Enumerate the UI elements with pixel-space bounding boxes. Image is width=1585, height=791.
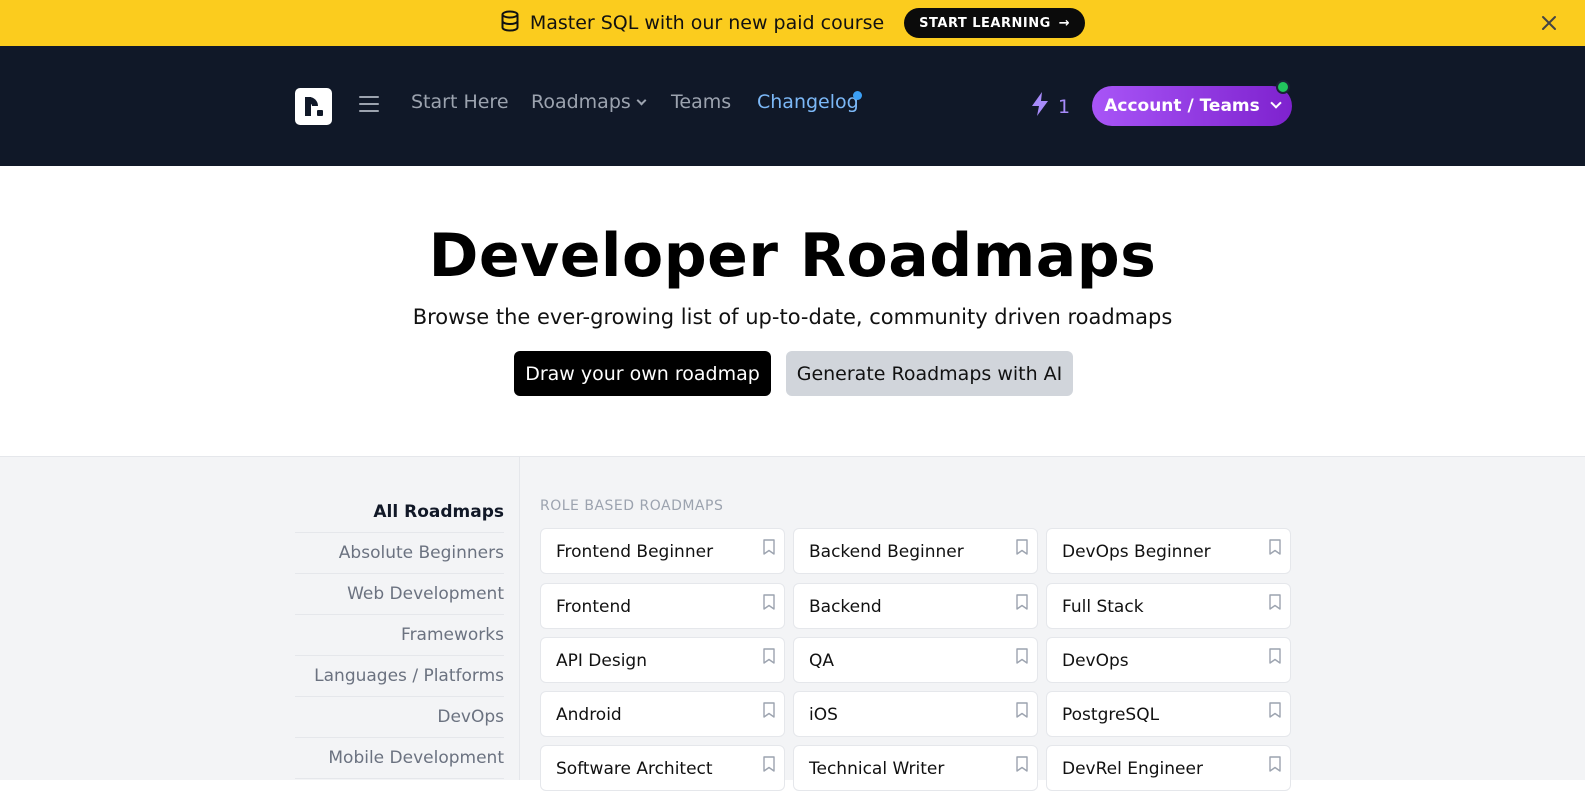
draw-roadmap-button[interactable]: Draw your own roadmap xyxy=(514,351,771,396)
nav-roadmaps-label: Roadmaps xyxy=(531,91,631,113)
nav-changelog[interactable]: Changelog xyxy=(757,91,859,113)
promo-banner-content: Master SQL with our new paid course STAR… xyxy=(500,8,1086,38)
database-icon xyxy=(500,10,520,36)
chevron-down-icon xyxy=(1270,97,1282,109)
roadmap-card[interactable]: Frontend xyxy=(540,583,785,629)
roadmap-card[interactable]: iOS xyxy=(793,691,1038,737)
roadmap-card-label: API Design xyxy=(556,651,647,671)
roadmap-card-label: Frontend Beginner xyxy=(556,542,714,562)
sidebar-item-mobile-development[interactable]: Mobile Development xyxy=(295,738,504,779)
bookmark-icon[interactable] xyxy=(762,702,776,718)
bookmark-icon[interactable] xyxy=(1015,702,1029,718)
streak-counter[interactable]: 1 xyxy=(1030,91,1070,122)
online-status-dot xyxy=(1276,80,1290,94)
roadmap-card[interactable]: DevOps xyxy=(1046,637,1291,683)
bookmark-icon[interactable] xyxy=(762,539,776,555)
bookmark-icon[interactable] xyxy=(1268,702,1282,718)
roadmap-card-label: Android xyxy=(556,705,622,725)
bookmark-icon[interactable] xyxy=(1268,648,1282,664)
sidebar-item-devops[interactable]: DevOps xyxy=(295,697,504,738)
nav-roadmaps[interactable]: Roadmaps xyxy=(531,91,647,113)
roadmap-card-label: Technical Writer xyxy=(809,759,945,779)
roadmap-card-label: DevRel Engineer xyxy=(1062,759,1203,779)
bookmark-icon[interactable] xyxy=(762,648,776,664)
roadmap-card[interactable]: Full Stack xyxy=(1046,583,1291,629)
close-icon[interactable] xyxy=(1539,13,1559,33)
roadmap-card-label: Software Architect xyxy=(556,759,713,779)
sidebar-item-web-development[interactable]: Web Development xyxy=(295,574,504,615)
start-learning-button[interactable]: START LEARNING → xyxy=(904,8,1086,38)
sidebar-item-absolute-beginners[interactable]: Absolute Beginners xyxy=(295,533,504,574)
sidebar-divider xyxy=(519,456,520,780)
chevron-down-icon xyxy=(636,95,647,106)
sidebar-item-frameworks[interactable]: Frameworks xyxy=(295,615,504,656)
sidebar-item-all-roadmaps[interactable]: All Roadmaps xyxy=(295,492,504,533)
roadmap-card-label: QA xyxy=(809,651,835,671)
roadmap-card[interactable]: QA xyxy=(793,637,1038,683)
sidebar-item-languages-platforms[interactable]: Languages / Platforms xyxy=(295,656,504,697)
promo-banner: Master SQL with our new paid course STAR… xyxy=(0,0,1585,46)
roadmap-card-label: PostgreSQL xyxy=(1062,705,1160,725)
roadmap-card[interactable]: Technical Writer xyxy=(793,745,1038,791)
roadmap-card-label: Full Stack xyxy=(1062,597,1144,617)
arrow-right-icon: → xyxy=(1058,15,1071,31)
bookmark-icon[interactable] xyxy=(1015,539,1029,555)
start-learning-label: START LEARNING xyxy=(919,15,1051,31)
bookmark-icon[interactable] xyxy=(762,756,776,772)
promo-banner-text: Master SQL with our new paid course xyxy=(529,12,885,34)
roadmap-card[interactable]: Backend xyxy=(793,583,1038,629)
roadmap-card[interactable]: PostgreSQL xyxy=(1046,691,1291,737)
account-teams-button[interactable]: Account / Teams xyxy=(1092,86,1292,126)
hamburger-menu-icon[interactable] xyxy=(359,96,379,114)
roadmap-card[interactable]: DevRel Engineer xyxy=(1046,745,1291,791)
bookmark-icon[interactable] xyxy=(1268,756,1282,772)
roadmap-card-label: Backend Beginner xyxy=(809,542,964,562)
page-title: Developer Roadmaps xyxy=(428,221,1157,291)
bookmark-icon[interactable] xyxy=(1015,648,1029,664)
lightning-icon xyxy=(1030,91,1050,122)
roadmap-card-label: Frontend xyxy=(556,597,632,617)
roadmap-card[interactable]: DevOps Beginner xyxy=(1046,528,1291,574)
bookmark-icon[interactable] xyxy=(1268,539,1282,555)
roadmap-card[interactable]: API Design xyxy=(540,637,785,683)
roadmap-card-label: iOS xyxy=(809,705,838,725)
logo-icon[interactable] xyxy=(295,88,332,125)
roadmap-card[interactable]: Frontend Beginner xyxy=(540,528,785,574)
roadmap-card[interactable]: Software Architect xyxy=(540,745,785,791)
account-teams-label: Account / Teams xyxy=(1104,96,1260,116)
changelog-notification-dot xyxy=(853,91,862,100)
streak-count: 1 xyxy=(1058,95,1071,118)
bookmark-icon[interactable] xyxy=(1015,756,1029,772)
top-navbar: Start Here Roadmaps Teams Changelog 1 Ac… xyxy=(0,46,1585,166)
nav-teams[interactable]: Teams xyxy=(671,91,731,113)
roadmap-card-label: DevOps Beginner xyxy=(1062,542,1211,562)
bookmark-icon[interactable] xyxy=(762,594,776,610)
section-title: ROLE BASED ROADMAPS xyxy=(540,498,724,514)
roadmap-card[interactable]: Backend Beginner xyxy=(793,528,1038,574)
nav-start-here[interactable]: Start Here xyxy=(411,91,509,113)
bookmark-icon[interactable] xyxy=(1268,594,1282,610)
generate-ai-button[interactable]: Generate Roadmaps with AI xyxy=(786,351,1073,396)
roadmap-card-label: Backend xyxy=(809,597,882,617)
page-subtitle: Browse the ever-growing list of up-to-da… xyxy=(412,305,1173,329)
roadmap-card-label: DevOps xyxy=(1062,651,1129,671)
roadmap-card[interactable]: Android xyxy=(540,691,785,737)
bookmark-icon[interactable] xyxy=(1015,594,1029,610)
